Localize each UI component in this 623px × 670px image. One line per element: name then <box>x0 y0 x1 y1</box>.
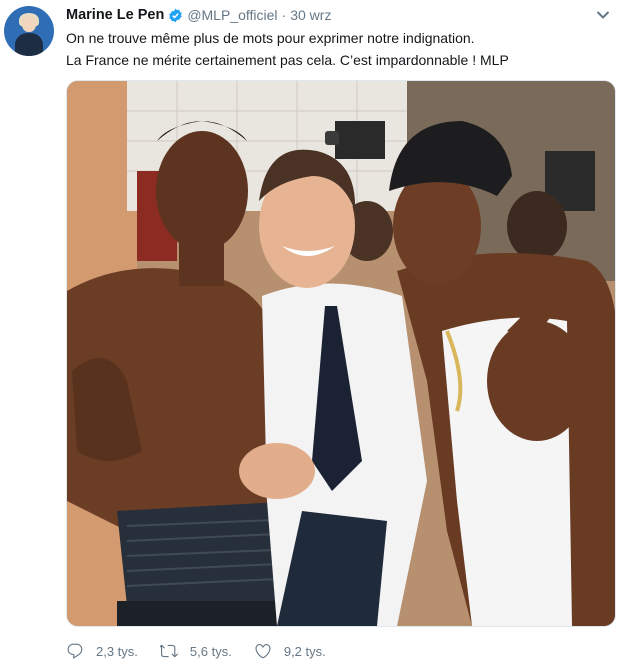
separator-dot: · <box>281 7 287 23</box>
tweet-actions: 2,3 tys. 5,6 tys. 9,2 tys. <box>66 638 348 664</box>
verified-badge-icon <box>169 8 183 22</box>
like-icon <box>255 644 271 659</box>
retweet-count: 5,6 tys. <box>189 643 232 659</box>
retweet-icon <box>159 644 178 658</box>
photo-illustration <box>67 81 615 626</box>
tweet-header: Marine Le Pen @MLP_officiel · 30 wrz <box>66 5 331 25</box>
tweet-date[interactable]: 30 wrz <box>290 7 331 23</box>
reply-action[interactable]: 2,3 tys. <box>66 642 138 660</box>
like-action[interactable]: 9,2 tys. <box>254 642 326 660</box>
author-handle[interactable]: @MLP_officiel <box>187 7 277 23</box>
author-name[interactable]: Marine Le Pen <box>66 7 164 23</box>
tweet-photo[interactable] <box>66 80 616 627</box>
chevron-down-icon[interactable] <box>596 10 610 20</box>
reply-count: 2,3 tys. <box>96 643 138 659</box>
tweet-text-line: On ne trouve même plus de mots pour expr… <box>66 30 475 46</box>
tweet-text-line: La France ne mérite certainement pas cel… <box>66 52 509 68</box>
retweet-action[interactable]: 5,6 tys. <box>159 642 232 660</box>
author-avatar[interactable] <box>4 6 54 56</box>
tweet-card: Marine Le Pen @MLP_officiel · 30 wrz On … <box>0 0 623 670</box>
reply-icon <box>67 643 83 659</box>
tweet-text: On ne trouve même plus de mots pour expr… <box>66 27 509 71</box>
like-count: 9,2 tys. <box>283 643 326 659</box>
